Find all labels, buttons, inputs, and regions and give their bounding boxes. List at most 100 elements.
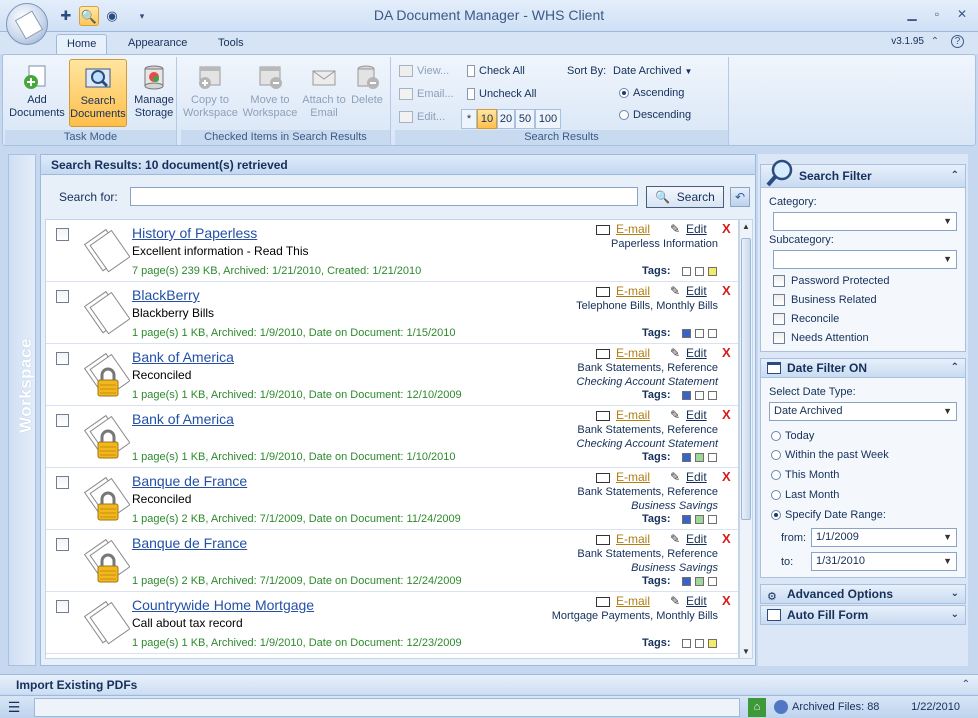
email-link[interactable]: E-mail	[616, 532, 650, 546]
result-row[interactable]: BlackBerry Blackberry Bills 1 page(s) 1 KB…	[46, 282, 738, 344]
date-option-past-week[interactable]: Within the past Week	[771, 449, 889, 461]
delete-button[interactable]: Delete	[347, 59, 387, 127]
tag-box[interactable]	[682, 639, 691, 648]
tag-box[interactable]	[708, 453, 717, 462]
edit-link[interactable]: Edit	[686, 532, 707, 546]
delete-x-icon[interactable]: X	[722, 593, 731, 608]
row-checkbox[interactable]	[56, 538, 69, 551]
tab-tools[interactable]: Tools	[208, 34, 254, 55]
email-link[interactable]: E-mail	[616, 470, 650, 484]
page-size-20[interactable]: 20	[497, 109, 515, 129]
view-button[interactable]: View...	[399, 61, 449, 81]
email-link[interactable]: E-mail	[616, 594, 650, 608]
row-checkbox[interactable]	[56, 414, 69, 427]
minimize-button[interactable]: ▁	[902, 6, 922, 22]
date-option-last-month[interactable]: Last Month	[771, 489, 839, 501]
result-row[interactable]: Bank of America Reconciled 1 page(s) 1 KB,…	[46, 344, 738, 406]
tag-box[interactable]	[682, 391, 691, 400]
email-link[interactable]: E-mail	[616, 346, 650, 360]
from-date-picker[interactable]: 1/1/2009 ▼	[811, 528, 957, 547]
tag-box[interactable]	[708, 267, 717, 276]
delete-x-icon[interactable]: X	[722, 407, 731, 422]
tag-box[interactable]	[682, 329, 691, 338]
email-link[interactable]: E-mail	[616, 408, 650, 422]
copy-to-workspace-button[interactable]: Copy to Workspace	[183, 59, 238, 127]
edit-link[interactable]: Edit	[686, 594, 707, 608]
reset-search-button[interactable]: ↶	[730, 187, 750, 207]
collapse-icon[interactable]: ⌃	[951, 165, 959, 187]
result-row[interactable]: Banque de France 1 page(s) 2 KB, Archived…	[46, 530, 738, 592]
tag-box[interactable]	[695, 329, 704, 338]
delete-x-icon[interactable]: X	[722, 221, 731, 236]
date-filter-header[interactable]: Date Filter ON ⌃	[760, 358, 966, 378]
email-button[interactable]: Email...	[399, 84, 454, 104]
row-checkbox[interactable]	[56, 352, 69, 365]
tag-box[interactable]	[695, 577, 704, 586]
tag-box[interactable]	[695, 639, 704, 648]
tag-box[interactable]	[708, 515, 717, 524]
tag-box[interactable]	[708, 329, 717, 338]
reconcile-checkbox[interactable]: Reconcile	[773, 313, 839, 326]
sort-ascending-radio[interactable]: Ascending	[619, 83, 684, 103]
sort-descending-radio[interactable]: Descending	[619, 105, 691, 125]
search-button[interactable]: 🔍 Search	[646, 186, 724, 208]
row-checkbox[interactable]	[56, 600, 69, 613]
delete-x-icon[interactable]: X	[722, 345, 731, 360]
tag-box[interactable]	[708, 639, 717, 648]
expand-icon[interactable]: ⌃	[962, 675, 970, 695]
search-filter-header[interactable]: Search Filter ⌃	[760, 159, 966, 188]
manage-storage-button[interactable]: Manage Storage	[129, 59, 179, 127]
tag-box[interactable]	[695, 515, 704, 524]
scroll-thumb[interactable]	[741, 238, 751, 520]
scroll-up-icon[interactable]: ▲	[742, 222, 750, 231]
menu-grid-icon[interactable]: ☰	[6, 698, 22, 717]
workspace-panel[interactable]: Workspace	[8, 154, 36, 666]
subcategory-select[interactable]: ▼	[773, 250, 957, 269]
to-date-picker[interactable]: 1/31/2010 ▼	[811, 552, 957, 571]
collapse-icon[interactable]: ⌃	[951, 359, 959, 377]
close-button[interactable]: ✕	[952, 6, 972, 22]
results-scrollbar[interactable]: ▲ ▼	[739, 219, 753, 659]
document-title-link[interactable]: Banque de France	[132, 473, 247, 489]
row-checkbox[interactable]	[56, 476, 69, 489]
tag-box[interactable]	[682, 577, 691, 586]
tag-box[interactable]	[682, 453, 691, 462]
edit-link[interactable]: Edit	[686, 346, 707, 360]
tab-home[interactable]: Home	[56, 34, 108, 55]
page-size-100[interactable]: 100	[535, 109, 561, 129]
edit-button[interactable]: Edit...	[399, 107, 445, 127]
tag-box[interactable]	[708, 577, 717, 586]
search-input[interactable]	[130, 187, 638, 206]
expand-icon[interactable]: ⌄	[951, 606, 959, 624]
password-protected-checkbox[interactable]: Password Protected	[773, 275, 889, 288]
date-type-select[interactable]: Date Archived ▼	[769, 402, 957, 421]
tag-box[interactable]	[682, 515, 691, 524]
document-title-link[interactable]: BlackBerry	[132, 287, 200, 303]
date-option-this-month[interactable]: This Month	[771, 469, 839, 481]
date-option-today[interactable]: Today	[771, 430, 814, 442]
document-title-link[interactable]: Bank of America	[132, 349, 234, 365]
page-size-10[interactable]: 10	[477, 109, 497, 129]
home-icon[interactable]: ⌂	[748, 698, 766, 717]
category-select[interactable]: ▼	[773, 212, 957, 231]
tag-box[interactable]	[695, 267, 704, 276]
edit-link[interactable]: Edit	[686, 408, 707, 422]
tag-box[interactable]	[695, 453, 704, 462]
edit-link[interactable]: Edit	[686, 470, 707, 484]
result-row[interactable]: Banque de France Reconciled 1 page(s) 2 KB…	[46, 468, 738, 530]
application-menu-button[interactable]	[6, 3, 48, 45]
uncheck-all-button[interactable]: Uncheck All	[467, 84, 536, 104]
date-option-specify-range[interactable]: Specify Date Range:	[771, 509, 886, 521]
document-title-link[interactable]: Banque de France	[132, 535, 247, 551]
email-link[interactable]: E-mail	[616, 222, 650, 236]
search-documents-button[interactable]: Search Documents	[69, 59, 127, 127]
add-documents-button[interactable]: Add Documents	[9, 59, 65, 127]
business-related-checkbox[interactable]: Business Related	[773, 294, 877, 307]
import-existing-pdfs-bar[interactable]: Import Existing PDFs ⌃	[0, 674, 978, 694]
page-size-all[interactable]: *	[461, 109, 477, 129]
move-to-workspace-button[interactable]: Move to Workspace	[241, 59, 299, 127]
page-size-50[interactable]: 50	[515, 109, 535, 129]
document-title-link[interactable]: History of Paperless	[132, 225, 257, 241]
scroll-down-icon[interactable]: ▼	[742, 647, 750, 656]
document-title-link[interactable]: Countrywide Home Mortgage	[132, 597, 314, 613]
